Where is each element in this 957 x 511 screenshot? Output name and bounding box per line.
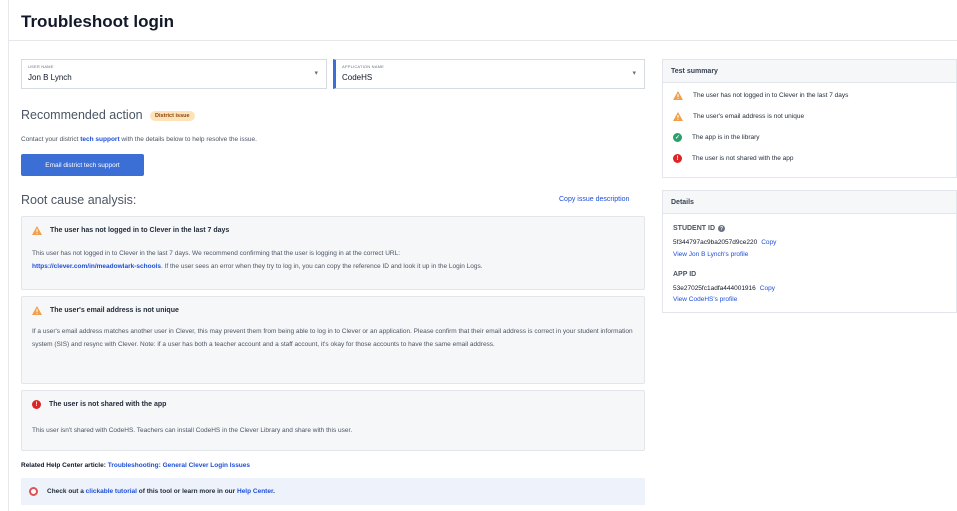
page-title: Troubleshoot login xyxy=(21,12,174,31)
recommended-text-before: Contact your district xyxy=(21,136,81,143)
chevron-down-icon: ▾ xyxy=(632,70,636,77)
app-id-text: 53e27025fc1adfa444001916 xyxy=(673,285,756,292)
issue-card-body: This user has not logged in to Clever in… xyxy=(32,247,634,273)
error-icon: ! xyxy=(673,154,682,163)
summary-item: The user has not logged in to Clever in … xyxy=(673,91,848,100)
tutorial-banner: Check out a clickable tutorial of this t… xyxy=(21,478,645,505)
summary-item-text: The user's email address is not unique xyxy=(693,113,805,120)
issue-card-title: The user has not logged in to Clever in … xyxy=(50,227,230,234)
user-name-select[interactable]: USER NAME Jon B Lynch ▾ xyxy=(21,59,327,89)
summary-item-text: The user is not shared with the app xyxy=(692,155,794,162)
student-id-label: STUDENT ID ? xyxy=(673,225,725,232)
student-id-value: 5f344797ac9ba2057d9ce220 Copy xyxy=(673,239,776,246)
app-id-label: APP ID xyxy=(673,271,697,278)
issue-card-body-text: This user has not logged in to Clever in… xyxy=(32,250,401,257)
clever-login-url-link[interactable]: https://clever.com/in/meadowlark-schools xyxy=(32,263,161,270)
summary-item: ✓ The app is in the library xyxy=(673,133,760,142)
summary-item-text: The app is in the library xyxy=(692,134,760,141)
view-student-profile-link[interactable]: View Jon B Lynch's profile xyxy=(673,251,748,258)
related-label: Related Help Center article: xyxy=(21,462,108,469)
recommended-action-title: Recommended action xyxy=(21,108,143,122)
application-name-value: CodeHS xyxy=(342,73,373,82)
warning-icon xyxy=(32,306,42,315)
lifebuoy-icon xyxy=(29,487,38,496)
user-name-value: Jon B Lynch xyxy=(28,73,72,82)
application-name-label: APPLICATION NAME xyxy=(342,64,385,69)
copy-student-id-link[interactable]: Copy xyxy=(761,239,776,246)
app-id-value: 53e27025fc1adfa444001916 Copy xyxy=(673,285,775,292)
application-name-select[interactable]: APPLICATION NAME CodeHS ▾ xyxy=(333,59,645,89)
issue-card-title: The user is not shared with the app xyxy=(49,401,167,408)
check-icon: ✓ xyxy=(673,133,682,142)
district-issue-badge: District issue xyxy=(150,111,195,121)
student-id-text: 5f344797ac9ba2057d9ce220 xyxy=(673,239,758,246)
user-name-label: USER NAME xyxy=(28,64,54,69)
chevron-down-icon: ▾ xyxy=(314,70,318,77)
issue-card-title: The user's email address is not unique xyxy=(50,307,179,314)
clickable-tutorial-link[interactable]: clickable tutorial xyxy=(86,488,137,495)
warning-icon xyxy=(673,112,683,121)
help-article-link[interactable]: Troubleshooting: General Clever Login Is… xyxy=(108,462,250,469)
help-center-link[interactable]: Help Center xyxy=(237,488,273,495)
title-divider xyxy=(9,40,957,41)
warning-icon xyxy=(673,91,683,100)
issue-card-body-text-2: . If the user sees an error when they tr… xyxy=(160,263,483,270)
troubleshoot-page: Troubleshoot login USER NAME Jon B Lynch… xyxy=(8,0,957,511)
issue-card-email-not-unique: The user's email address is not unique I… xyxy=(21,296,645,384)
test-summary-panel: Test summary The user has not logged in … xyxy=(662,59,957,178)
summary-item: The user's email address is not unique xyxy=(673,112,804,121)
help-icon[interactable]: ? xyxy=(718,225,725,232)
tutorial-text: . xyxy=(273,488,275,495)
summary-item-text: The user has not logged in to Clever in … xyxy=(693,92,849,99)
warning-icon xyxy=(32,226,42,235)
tutorial-text: Check out a xyxy=(47,488,86,495)
details-panel: Details STUDENT ID ? 5f344797ac9ba2057d9… xyxy=(662,190,957,313)
email-district-tech-support-button[interactable]: Email district tech support xyxy=(21,154,144,176)
copy-issue-description-link[interactable]: Copy issue description xyxy=(559,196,629,203)
issue-card-body: If a user's email address matches anothe… xyxy=(32,328,633,348)
details-title: Details xyxy=(663,191,956,214)
summary-item: ! The user is not shared with the app xyxy=(673,154,794,163)
tech-support-link[interactable]: tech support xyxy=(80,136,119,143)
recommended-action-text: Contact your district tech support with … xyxy=(21,136,257,143)
issue-card-body: This user isn't shared with CodeHS. Teac… xyxy=(32,427,353,434)
related-help-article: Related Help Center article: Troubleshoo… xyxy=(21,462,250,469)
issue-card-not-shared: ! The user is not shared with the app Th… xyxy=(21,390,645,451)
root-cause-analysis-title: Root cause analysis: xyxy=(21,193,137,207)
test-summary-title: Test summary xyxy=(663,60,956,83)
tutorial-text: of this tool or learn more in our xyxy=(136,488,237,495)
issue-card-not-logged-in: The user has not logged in to Clever in … xyxy=(21,216,645,290)
student-id-label-text: STUDENT ID xyxy=(673,225,715,232)
recommended-text-after: with the details below to help resolve t… xyxy=(119,136,257,143)
view-app-profile-link[interactable]: View CodeHS's profile xyxy=(673,296,737,303)
error-icon: ! xyxy=(32,400,41,409)
copy-app-id-link[interactable]: Copy xyxy=(760,285,775,292)
